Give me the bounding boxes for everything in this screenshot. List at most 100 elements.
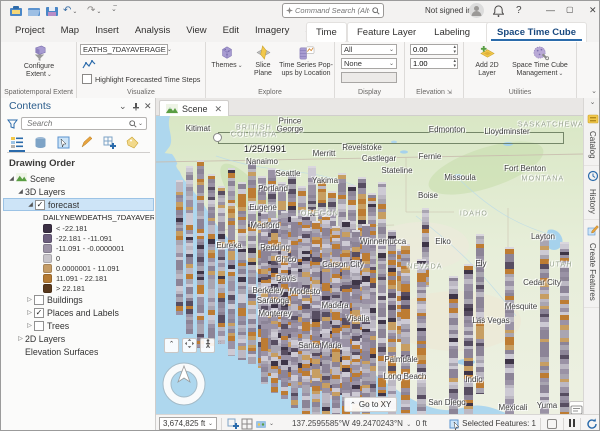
grid-icon[interactable]: [241, 418, 253, 430]
display-all-combo[interactable]: All⌄: [341, 44, 397, 55]
contextual-tab-labeling[interactable]: Labeling: [425, 27, 479, 38]
space-time-bar[interactable]: [322, 215, 330, 414]
scene-view[interactable]: KitimatPrince GeorgeBRITISH COLUMBIAEdmo…: [156, 116, 583, 414]
pause-drawing-icon[interactable]: [568, 419, 576, 429]
space-time-bar[interactable]: [281, 211, 288, 399]
space-time-bar[interactable]: [417, 259, 426, 414]
space-time-bar[interactable]: [540, 234, 549, 414]
visibility-checkbox[interactable]: ✓: [34, 308, 44, 318]
space-time-bar[interactable]: [362, 224, 370, 414]
menu-tab-insert[interactable]: Insert: [87, 21, 127, 42]
expander-icon[interactable]: ▷: [16, 335, 25, 342]
expander-icon[interactable]: ▷: [25, 322, 34, 329]
tab-list-by-labeling[interactable]: [124, 136, 140, 150]
add-basemap-icon[interactable]: [227, 418, 239, 430]
tree-item-places-and-labels[interactable]: ▷✓Places and Labels: [3, 306, 154, 319]
go-to-xy-button[interactable]: ⌃Go to XY: [344, 397, 397, 412]
tree-item-0-0000001-11-091[interactable]: 0.0000001 - 11.091: [3, 263, 154, 273]
space-time-bar[interactable]: [228, 168, 235, 356]
add-2d-layer-button[interactable]: Add 2DLayer: [468, 45, 506, 78]
space-time-bar[interactable]: [176, 180, 183, 315]
expander-icon[interactable]: ◢: [16, 188, 25, 195]
menu-tab-analysis[interactable]: Analysis: [127, 21, 178, 42]
space-time-bar[interactable]: [378, 182, 386, 408]
menu-tab-view[interactable]: View: [178, 21, 214, 42]
slice-plane[interactable]: [218, 132, 564, 144]
tab-space-time-cube[interactable]: Space Time Cube: [486, 22, 587, 43]
tree-item-dailynewdeaths-7dayaverage-r[interactable]: DAILYNEWDEATHS_7DAYAVERAGE R...: [3, 211, 154, 223]
variable-combobox[interactable]: EATHS_7DAYAVERAGE⌄: [80, 44, 168, 55]
space-time-bar[interactable]: [464, 264, 473, 414]
attributes-icon[interactable]: [546, 418, 558, 430]
tab-list-by-data-source[interactable]: [32, 136, 48, 150]
dialog-launcher-icon[interactable]: ⇲: [447, 90, 452, 96]
space-time-bar[interactable]: [401, 244, 410, 414]
tree-item-trees[interactable]: ▷Trees: [3, 319, 154, 332]
new-project-icon[interactable]: [9, 4, 23, 18]
overview-panel-icon[interactable]: [569, 401, 583, 414]
slice-plane-handle[interactable]: [213, 133, 222, 142]
time-series-popups-button[interactable]: Time Series Pop-ups by Location: [278, 45, 334, 78]
filter-icon[interactable]: [7, 119, 18, 129]
stc-management-button[interactable]: Space Time CubeManagement⌄: [508, 45, 572, 78]
look-around-button[interactable]: ⌃: [164, 338, 179, 353]
space-time-bar[interactable]: [312, 221, 320, 414]
dock-tab-create-features[interactable]: Create Features: [584, 220, 600, 308]
tree-item-11-091-22-181[interactable]: 11.091 - 22.181: [3, 273, 154, 283]
space-time-bar[interactable]: [197, 160, 204, 348]
pin-icon[interactable]: [132, 102, 140, 111]
space-time-bar[interactable]: [388, 230, 396, 414]
coordinates-readout[interactable]: 137.2595585°W 49.2470243°N ⌄ 0 ft: [292, 419, 427, 428]
dock-tab-catalog[interactable]: Catalog: [584, 108, 600, 166]
menu-tab-edit[interactable]: Edit: [215, 21, 247, 42]
close-pane-icon[interactable]: ✕: [144, 101, 152, 112]
space-time-bar[interactable]: [208, 174, 215, 346]
tree-item-11-091-0-0000001[interactable]: -11.091 - -0.0000001: [3, 243, 154, 253]
configure-extent-button[interactable]: ConfigureExtent⌄: [14, 45, 64, 79]
tab-list-by-editing[interactable]: [78, 136, 94, 150]
tree-item-22-181[interactable]: > 22.181: [3, 283, 154, 293]
expander-icon[interactable]: ◢: [7, 175, 16, 182]
space-time-bar[interactable]: [248, 162, 256, 364]
notifications-bell-icon[interactable]: [493, 5, 504, 17]
refresh-icon[interactable]: [586, 418, 598, 430]
tree-item-22-181[interactable]: < -22.181: [3, 223, 154, 233]
search-options-chevron[interactable]: ⌄: [138, 120, 143, 127]
open-project-icon[interactable]: [27, 4, 41, 18]
dock-tab-history[interactable]: History: [584, 166, 600, 221]
space-time-bar[interactable]: [238, 182, 246, 360]
tree-item-3d-layers[interactable]: ◢3D Layers: [3, 185, 154, 198]
walk-mode-button[interactable]: [200, 338, 215, 353]
maximize-button[interactable]: ▢: [566, 5, 574, 14]
compass[interactable]: [161, 361, 207, 407]
highlight-forecast-checkbox[interactable]: [82, 74, 92, 84]
quick-access-customize-icon[interactable]: ⌄̅: [111, 5, 117, 13]
visibility-checkbox[interactable]: [34, 295, 44, 305]
space-time-bar[interactable]: [342, 220, 350, 414]
pane-menu-chevron-icon[interactable]: ⌄: [119, 101, 127, 112]
scale-combobox[interactable]: 3,674,825 ft⌄: [159, 417, 217, 430]
tab-list-by-drawing-order[interactable]: [9, 136, 25, 150]
collapse-ribbon-chevron[interactable]: ⌄: [591, 87, 597, 95]
elevation-exaggeration-spinner[interactable]: ▴▾: [410, 58, 458, 69]
command-search-input[interactable]: [293, 5, 372, 16]
tab-list-by-snapping[interactable]: [101, 136, 117, 150]
space-time-bar[interactable]: [271, 218, 278, 393]
space-time-bar[interactable]: [449, 276, 458, 414]
tree-item-elevation-surfaces[interactable]: Elevation Surfaces: [3, 345, 154, 358]
display-options-chevron[interactable]: ⌄: [269, 420, 274, 427]
menu-tab-imagery[interactable]: Imagery: [247, 21, 297, 42]
display-empty-combo[interactable]: [341, 72, 397, 83]
expander-icon[interactable]: ◢: [26, 201, 35, 208]
tree-item-buildings[interactable]: ▷Buildings: [3, 293, 154, 306]
scene-view-tab[interactable]: Scene ✕: [159, 100, 229, 117]
close-button[interactable]: ✕: [589, 5, 597, 16]
tree-item-forecast[interactable]: ◢✓forecast: [3, 198, 154, 211]
visibility-checkbox[interactable]: ✓: [35, 200, 45, 210]
full-control-button[interactable]: [182, 338, 197, 353]
contextual-tab-feature-layer[interactable]: Feature Layer: [348, 27, 425, 38]
save-project-icon[interactable]: [45, 4, 59, 18]
tab-list-by-selection[interactable]: [55, 136, 71, 150]
tree-item-0[interactable]: 0: [3, 253, 154, 263]
selected-features-count[interactable]: Selected Features: 1: [462, 419, 536, 428]
